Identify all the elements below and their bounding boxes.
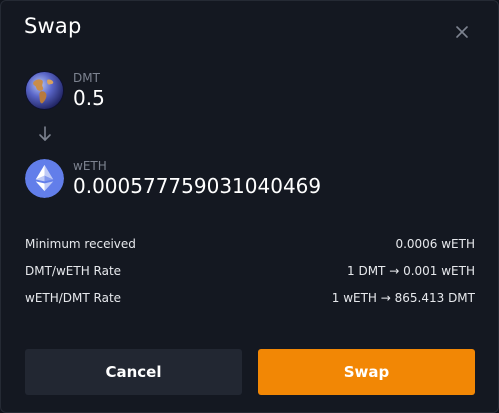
cancel-button[interactable]: Cancel: [25, 349, 242, 395]
detail-label: Minimum received: [25, 237, 136, 251]
swap-dialog: Swap DMT 0.5 wETH 0.000577759031040469 M…: [0, 0, 499, 413]
dmt-weth-rate-row: DMT/wETH Rate 1 DMT → 0.001 wETH: [25, 264, 475, 280]
to-token-amount: 0.000577759031040469: [73, 174, 322, 198]
from-token-symbol: DMT: [73, 71, 100, 85]
swap-button[interactable]: Swap: [258, 349, 475, 395]
minimum-received-row: Minimum received 0.0006 wETH: [25, 237, 475, 253]
to-token-row: wETH 0.000577759031040469: [25, 159, 465, 203]
detail-label: DMT/wETH Rate: [25, 264, 122, 278]
detail-value: 1 DMT → 0.001 wETH: [347, 264, 475, 278]
arrow-down-icon: [39, 126, 51, 141]
globe-icon: [25, 71, 64, 110]
dialog-title: Swap: [24, 14, 82, 38]
to-token-symbol: wETH: [73, 159, 107, 173]
from-token-amount: 0.5: [73, 86, 105, 110]
detail-value: 1 wETH → 865.413 DMT: [331, 291, 475, 305]
detail-value: 0.0006 wETH: [395, 237, 475, 251]
close-icon[interactable]: [453, 23, 471, 41]
ethereum-icon: [25, 159, 64, 198]
detail-label: wETH/DMT Rate: [25, 291, 122, 305]
from-token-row: DMT 0.5: [25, 71, 465, 115]
weth-dmt-rate-row: wETH/DMT Rate 1 wETH → 865.413 DMT: [25, 291, 475, 307]
